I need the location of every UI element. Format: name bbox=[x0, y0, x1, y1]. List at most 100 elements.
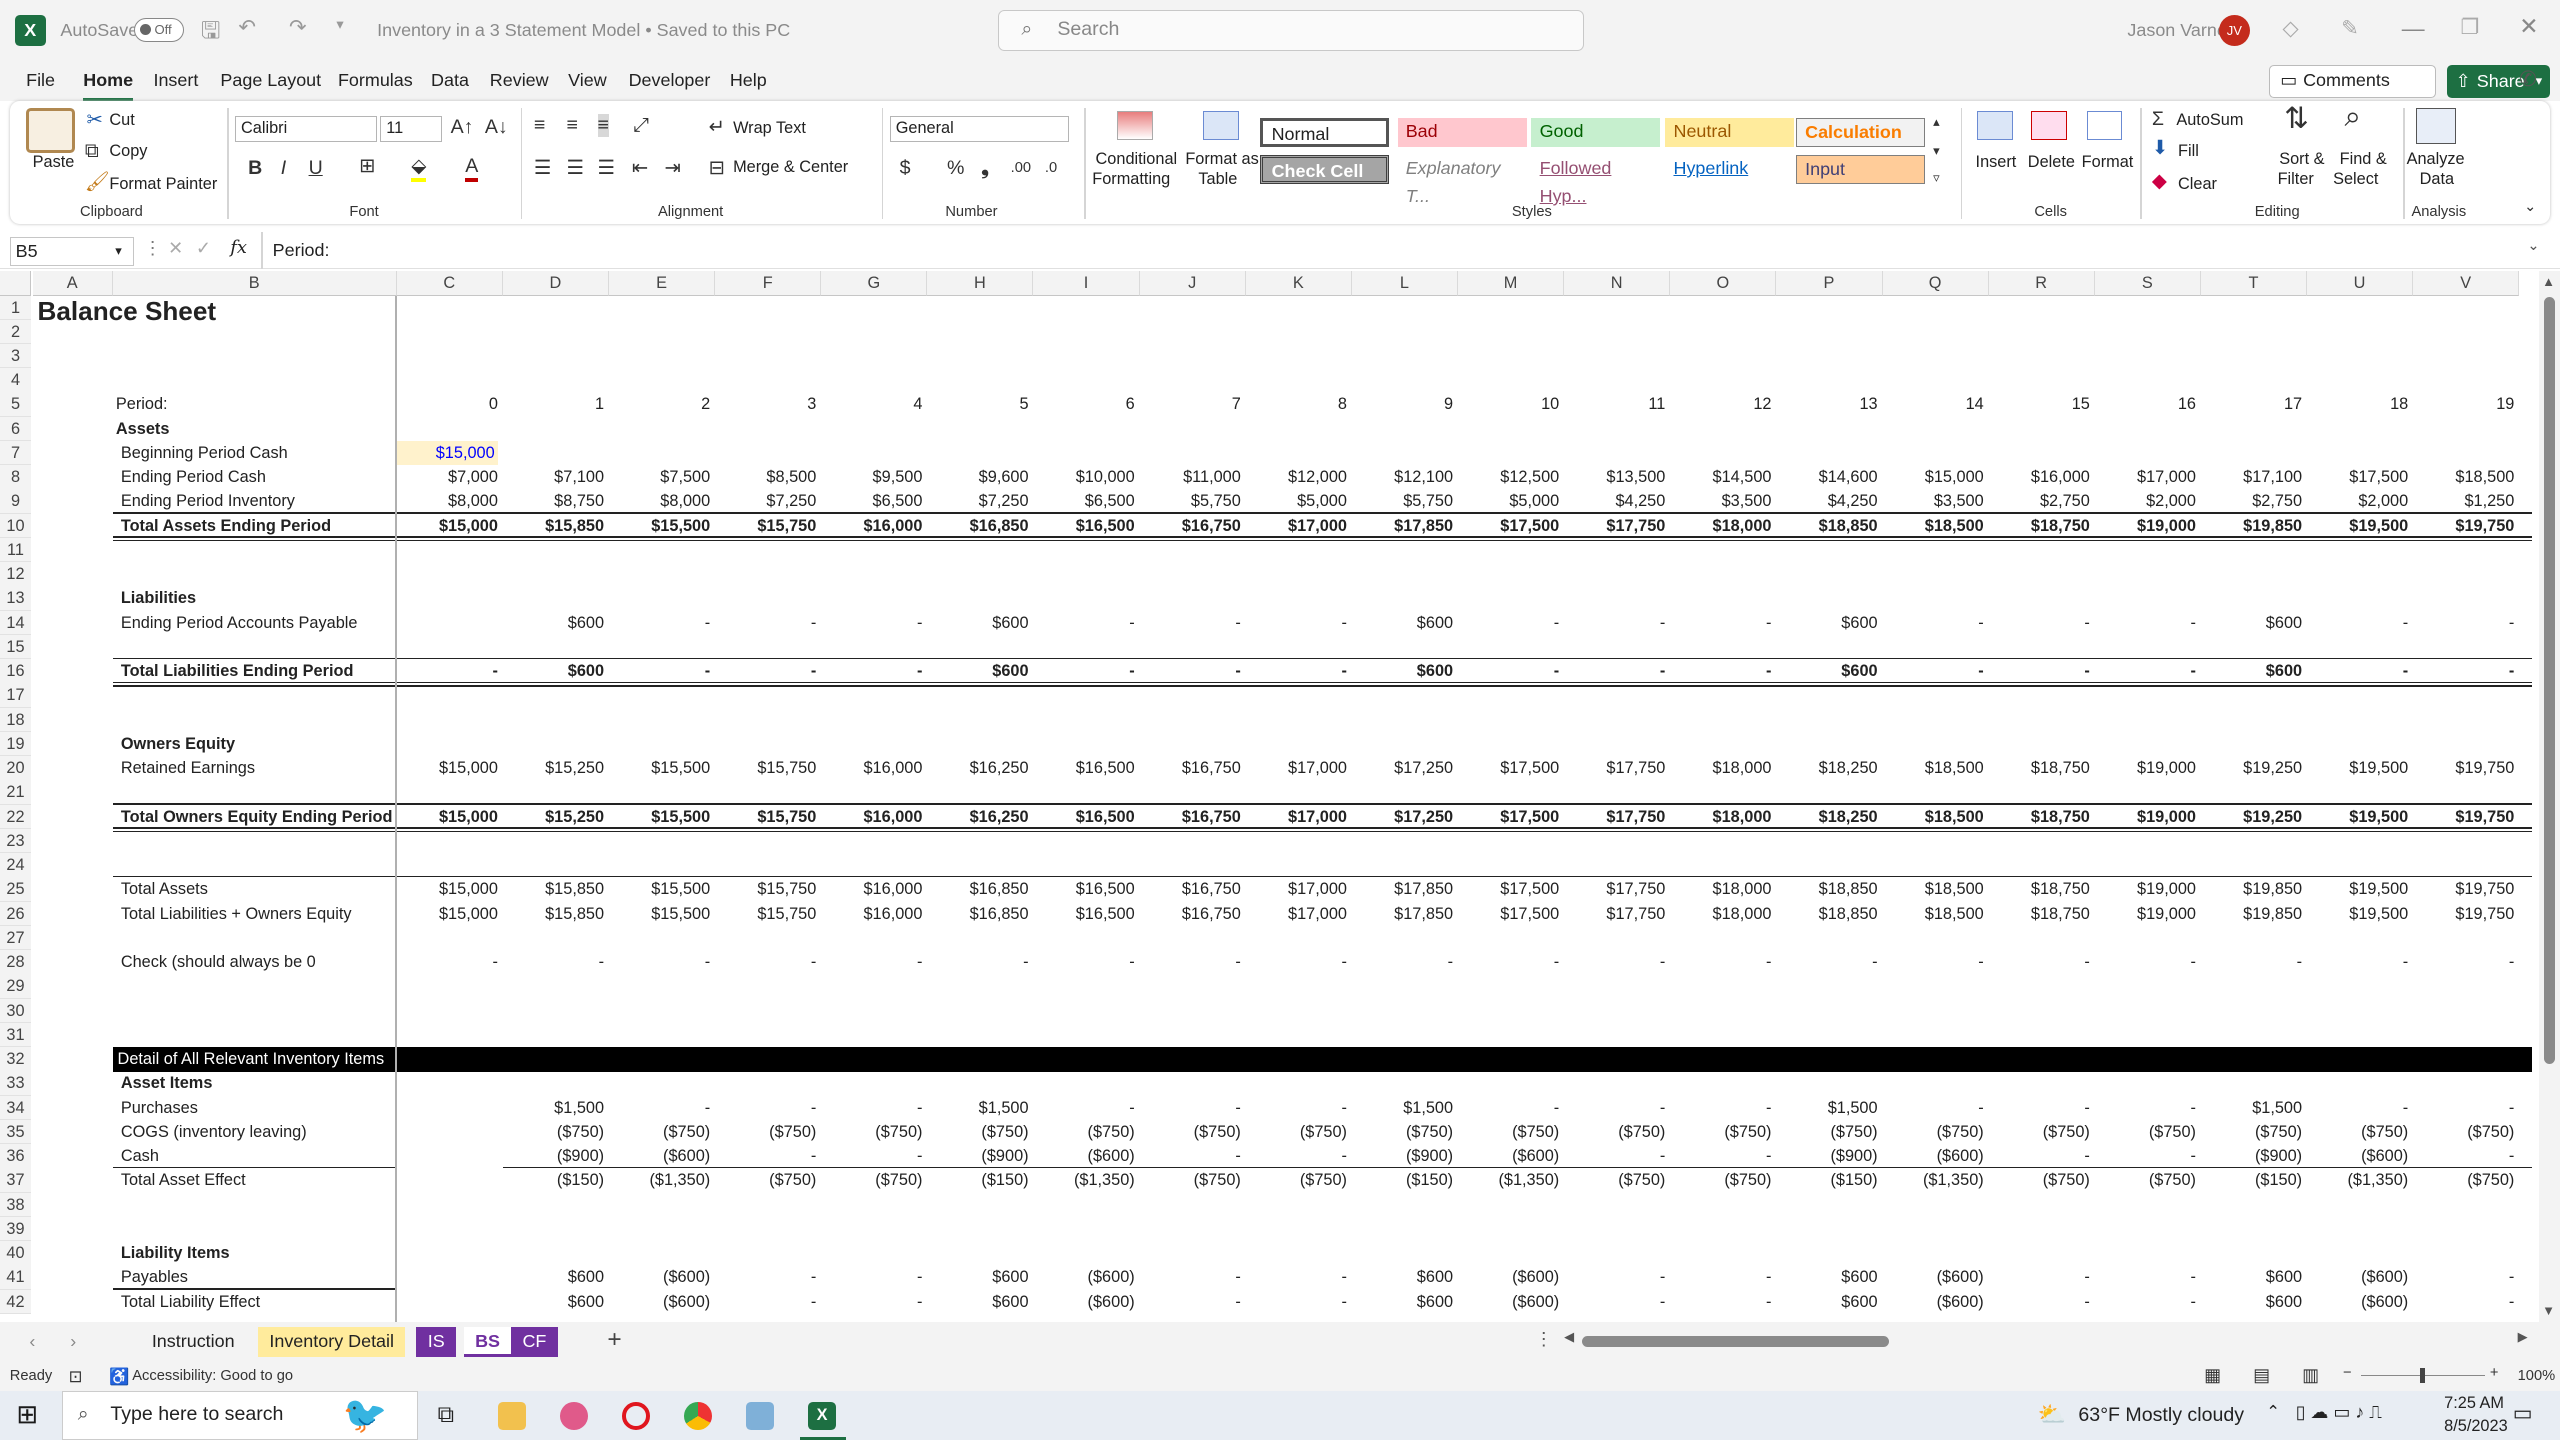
save-icon[interactable]: 🖫 bbox=[201, 15, 220, 53]
value-r22-q[interactable]: $18,500 bbox=[1883, 805, 1984, 829]
sheet-tab-cf[interactable]: CF bbox=[511, 1327, 558, 1357]
value-r25-d[interactable]: $15,850 bbox=[503, 877, 604, 901]
formula-input[interactable]: Period: bbox=[273, 240, 330, 261]
row-header-7[interactable]: 7 bbox=[0, 440, 32, 466]
period-10[interactable]: 10 bbox=[1458, 392, 1559, 416]
line-label-row-22[interactable]: Total Owners Equity Ending Period bbox=[121, 805, 393, 829]
value-r20-j[interactable]: $16,750 bbox=[1140, 756, 1241, 780]
column-header-k[interactable]: K bbox=[1245, 271, 1352, 296]
add-sheet-icon[interactable]: + bbox=[607, 1326, 621, 1354]
column-header-n[interactable]: N bbox=[1564, 271, 1671, 296]
select-all-corner[interactable] bbox=[0, 271, 32, 296]
line-label-row-28[interactable]: Check (should always be 0 bbox=[121, 950, 316, 974]
format-cells-icon[interactable] bbox=[2086, 111, 2123, 141]
value-r10-q[interactable]: $18,500 bbox=[1883, 514, 1984, 538]
value-r42-f[interactable]: - bbox=[715, 1290, 816, 1314]
period-0[interactable]: 0 bbox=[397, 392, 498, 416]
file-explorer-icon[interactable] bbox=[497, 1402, 526, 1431]
value-r20-o[interactable]: $18,000 bbox=[1670, 756, 1772, 780]
value-r16-f[interactable]: - bbox=[715, 659, 816, 683]
value-r8-g[interactable]: $9,500 bbox=[821, 465, 923, 489]
shrink-font-icon[interactable]: A↓ bbox=[485, 116, 508, 139]
horizontal-scrollbar-thumb[interactable] bbox=[1582, 1335, 1890, 1347]
value-r34-e[interactable]: - bbox=[609, 1096, 710, 1120]
row-header-19[interactable]: 19 bbox=[0, 731, 32, 757]
value-r28-u[interactable]: - bbox=[2307, 950, 2408, 974]
value-r26-p[interactable]: $18,850 bbox=[1776, 902, 1878, 926]
accessibility-status[interactable]: Accessibility: Good to go bbox=[132, 1368, 293, 1384]
assets-header[interactable]: Assets bbox=[116, 417, 170, 441]
value-r10-k[interactable]: $17,000 bbox=[1246, 514, 1347, 538]
value-r14-k[interactable]: - bbox=[1246, 611, 1347, 635]
style-hyperlink[interactable]: Hyperlink bbox=[1665, 155, 1794, 184]
value-r9-p[interactable]: $4,250 bbox=[1776, 489, 1878, 513]
value-r22-s[interactable]: $19,000 bbox=[2095, 805, 2196, 829]
value-r16-q[interactable]: - bbox=[1883, 659, 1983, 683]
find-select-label-1[interactable]: Find & bbox=[2340, 150, 2387, 169]
value-r37-g[interactable]: ($750) bbox=[821, 1168, 922, 1192]
comments-button[interactable]: ▭ Comments bbox=[2269, 65, 2436, 98]
tab-help[interactable]: Help bbox=[730, 70, 767, 91]
value-r41-j[interactable]: - bbox=[1140, 1265, 1240, 1289]
bold-icon[interactable]: B bbox=[248, 157, 262, 180]
document-title[interactable]: Inventory in a 3 Statement Model • Saved… bbox=[377, 20, 790, 41]
worksheet-grid[interactable]: ABCDEFGHIJKLMNOPQRSTUV 1 2 3 4 5 6 7 8 9 10 11 12 13… bbox=[0, 271, 2539, 1323]
value-r28-e[interactable]: - bbox=[609, 950, 710, 974]
row-header-1[interactable]: 1 bbox=[0, 295, 32, 320]
value-r10-e[interactable]: $15,500 bbox=[609, 514, 710, 538]
row-header-15[interactable]: 15 bbox=[0, 634, 32, 660]
styles-scroll-down-icon[interactable]: ▾ bbox=[1933, 140, 1940, 163]
column-header-i[interactable]: I bbox=[1033, 271, 1140, 296]
row-header-32[interactable]: 32 bbox=[0, 1047, 32, 1072]
period-13[interactable]: 13 bbox=[1776, 392, 1877, 416]
style-followed-hyperlink[interactable]: Followed Hyp... bbox=[1531, 155, 1660, 206]
row-header-34[interactable]: 34 bbox=[0, 1095, 32, 1121]
beginning-cash-label[interactable]: Beginning Period Cash bbox=[121, 441, 288, 465]
value-r28-q[interactable]: - bbox=[1883, 950, 1983, 974]
value-r28-v[interactable]: - bbox=[2413, 950, 2514, 974]
format-as-table-label-1[interactable]: Format as bbox=[1185, 150, 1258, 169]
clock-date[interactable]: 8/5/2023 bbox=[2444, 1417, 2508, 1436]
zoom-level[interactable]: 100% bbox=[2518, 1368, 2556, 1384]
scrollbar-thumb[interactable] bbox=[2543, 297, 2556, 1065]
value-r42-j[interactable]: - bbox=[1140, 1290, 1240, 1314]
notification-icon[interactable]: ▭ bbox=[2513, 1401, 2533, 1426]
value-r16-l[interactable]: $600 bbox=[1352, 659, 1453, 683]
value-r25-t[interactable]: $19,850 bbox=[2201, 877, 2302, 901]
line-label-row-36[interactable]: Cash bbox=[121, 1144, 159, 1168]
value-r28-k[interactable]: - bbox=[1246, 950, 1347, 974]
value-r10-c[interactable]: $15,000 bbox=[397, 514, 498, 538]
sheet-tab-bs[interactable]: BS bbox=[463, 1327, 512, 1357]
font-size-select[interactable]: 11 bbox=[380, 115, 443, 143]
paste-icon[interactable] bbox=[26, 107, 76, 154]
row-header-30[interactable]: 30 bbox=[0, 998, 32, 1024]
style-explanatory[interactable]: Explanatory T... bbox=[1398, 155, 1527, 206]
value-r9-j[interactable]: $5,750 bbox=[1140, 489, 1241, 513]
value-r22-i[interactable]: $16,500 bbox=[1033, 805, 1135, 829]
value-r22-h[interactable]: $16,250 bbox=[927, 805, 1029, 829]
tab-options-icon[interactable]: ⋮ bbox=[1535, 1329, 1553, 1350]
value-r28-o[interactable]: - bbox=[1670, 950, 1771, 974]
style-neutral[interactable]: Neutral bbox=[1665, 117, 1795, 147]
excel-taskbar-icon[interactable]: X bbox=[808, 1402, 836, 1431]
period-6[interactable]: 6 bbox=[1033, 392, 1135, 416]
value-r25-i[interactable]: $16,500 bbox=[1033, 877, 1135, 901]
value-r26-g[interactable]: $16,000 bbox=[821, 902, 922, 926]
value-r25-s[interactable]: $19,000 bbox=[2095, 877, 2196, 901]
value-r14-h[interactable]: $600 bbox=[927, 611, 1028, 635]
value-r42-t[interactable]: $600 bbox=[2201, 1290, 2302, 1314]
value-r36-e[interactable]: ($600) bbox=[609, 1144, 710, 1168]
column-header-o[interactable]: O bbox=[1670, 271, 1777, 296]
value-r36-r[interactable]: - bbox=[1989, 1144, 2089, 1168]
value-r25-m[interactable]: $17,500 bbox=[1458, 877, 1559, 901]
value-r9-n[interactable]: $4,250 bbox=[1564, 489, 1665, 513]
liabilities-header[interactable]: Liabilities bbox=[121, 586, 196, 610]
currency-icon[interactable]: $ bbox=[900, 157, 911, 180]
search-box[interactable]: ⌕ Search bbox=[997, 9, 1584, 51]
value-r28-p[interactable]: - bbox=[1776, 950, 1877, 974]
value-r10-n[interactable]: $17,750 bbox=[1564, 514, 1665, 538]
value-r35-d[interactable]: ($750) bbox=[503, 1120, 604, 1144]
value-r34-d[interactable]: $1,500 bbox=[503, 1096, 604, 1120]
value-r22-u[interactable]: $19,500 bbox=[2307, 805, 2408, 829]
column-header-e[interactable]: E bbox=[608, 271, 716, 296]
